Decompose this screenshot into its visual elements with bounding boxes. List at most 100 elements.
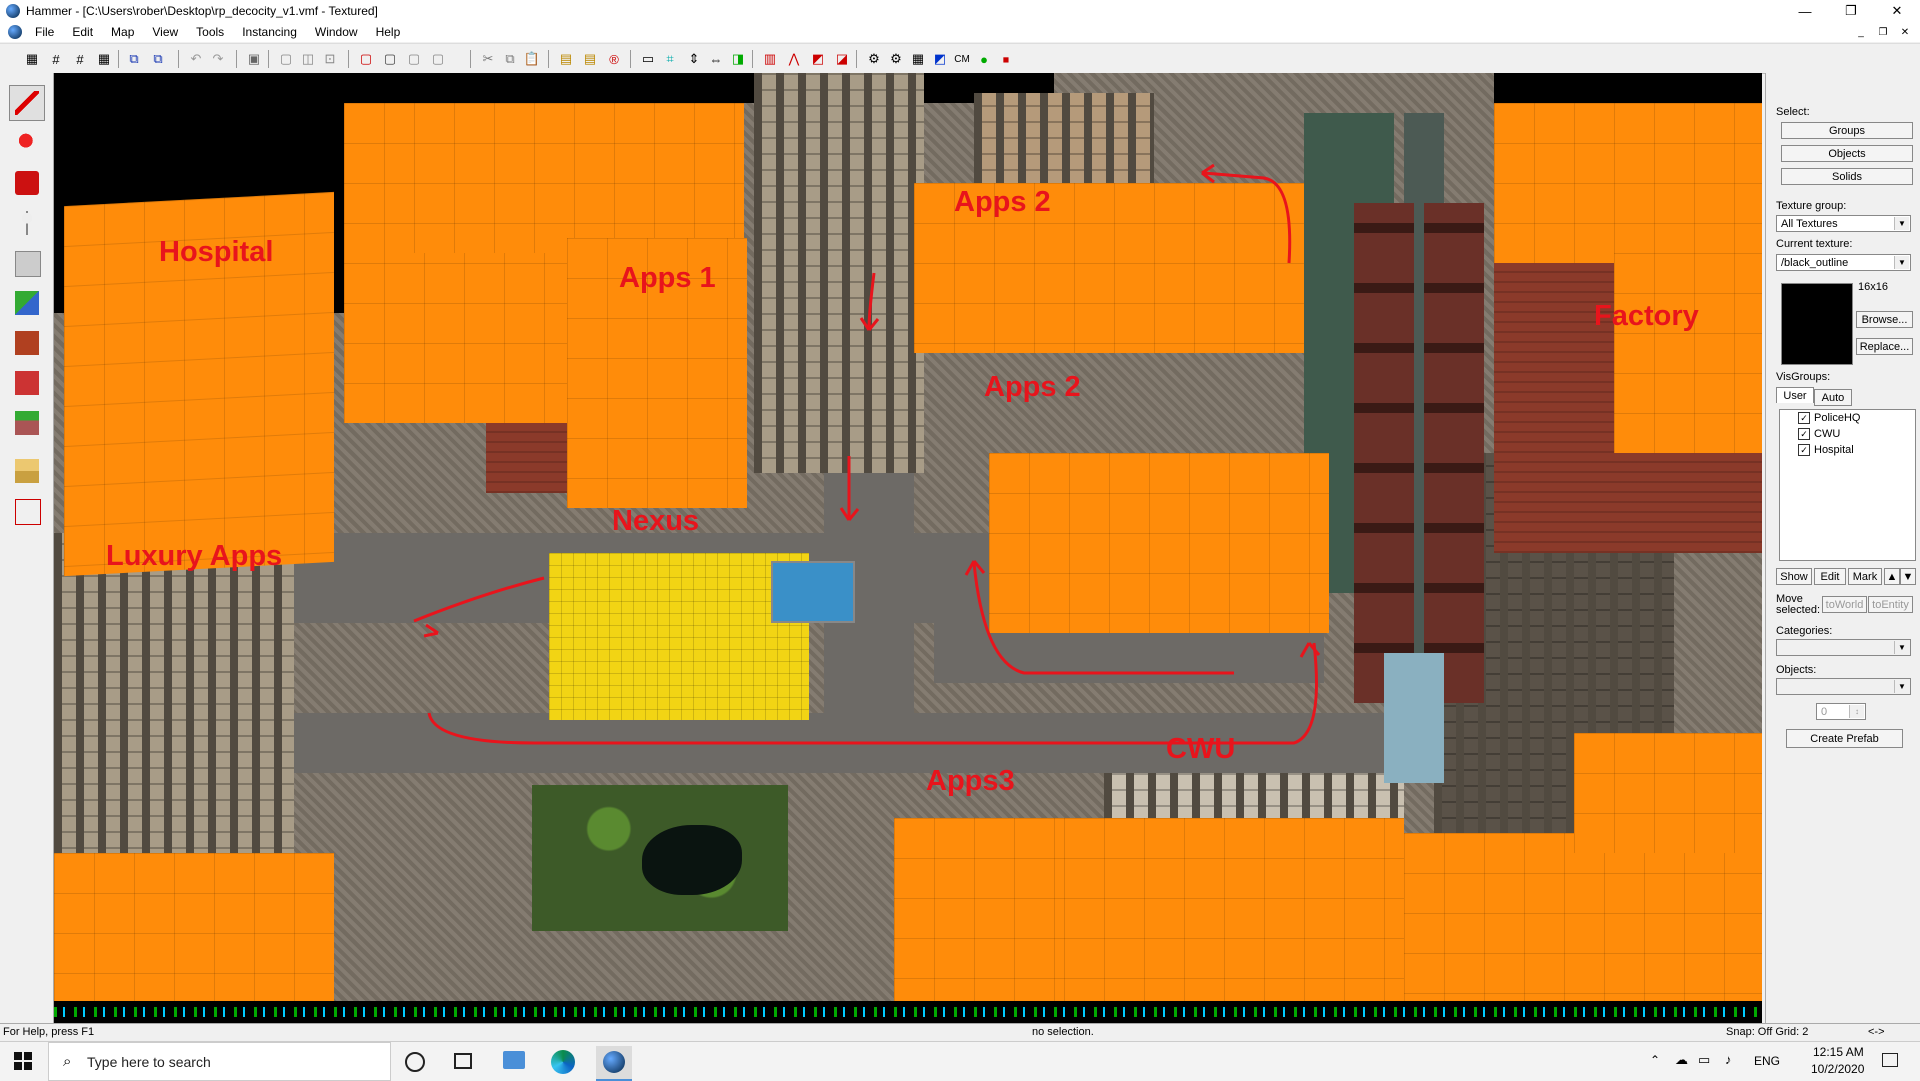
ungroup-icon[interactable]: ⧉ (148, 49, 168, 69)
vertex-icon[interactable]: ⊡ (320, 49, 340, 69)
display-entities-icon[interactable]: ◩ (808, 49, 828, 69)
replace-button[interactable]: Replace... (1856, 338, 1913, 355)
hollow-icon[interactable]: ▢ (276, 49, 296, 69)
grid-larger-icon[interactable]: # (70, 49, 90, 69)
cube-alt-icon[interactable]: ▢ (404, 49, 424, 69)
texture-lock-icon[interactable]: ▤ (556, 49, 576, 69)
clock-time[interactable]: 12:15 AM (1813, 1045, 1864, 1059)
to-world-button[interactable]: toWorld (1822, 596, 1867, 613)
3d-textured-viewport[interactable]: Hospital Apps 1 Apps 2 Apps 2 Factory Ne… (54, 73, 1762, 1001)
decal-tool[interactable] (9, 365, 45, 401)
visgroup-policehq[interactable]: ✓ PoliceHQ (1798, 412, 1860, 424)
checkbox-checked-icon[interactable]: ✓ (1798, 444, 1810, 456)
doc-restore-button[interactable]: ❐ (1872, 22, 1894, 42)
close-button[interactable]: ✕ (1874, 0, 1920, 22)
cube-outline-icon[interactable]: ▢ (356, 49, 376, 69)
menu-file[interactable]: File (26, 25, 63, 39)
toggle-texture-app-tool[interactable] (9, 285, 45, 321)
texture-group-select[interactable]: All Textures ▼ (1776, 215, 1911, 232)
checkbox-checked-icon[interactable]: ✓ (1798, 412, 1810, 424)
redo-icon[interactable]: ↷ (208, 49, 228, 69)
show-button[interactable]: Show (1776, 568, 1812, 585)
green-icon[interactable]: ● (974, 49, 994, 69)
notifications-icon[interactable] (1882, 1053, 1898, 1067)
task-view-icon[interactable] (454, 1053, 472, 1069)
menu-map[interactable]: Map (102, 25, 143, 39)
taskbar-hammer-button[interactable] (596, 1046, 632, 1081)
vertex-tool[interactable] (9, 493, 45, 529)
windows-start-icon[interactable] (14, 1052, 32, 1070)
chevron-up-icon[interactable]: ⌃ (1650, 1053, 1660, 1067)
block-tool[interactable] (9, 245, 45, 281)
current-texture-select[interactable]: /black_outline ▼ (1776, 254, 1911, 271)
wireframe-icon[interactable]: ⚙ (864, 49, 884, 69)
select-cursor-icon[interactable]: ⌗ (660, 49, 680, 69)
menu-window[interactable]: Window (306, 25, 367, 39)
visgroup-cwu[interactable]: ✓ CWU (1798, 428, 1840, 440)
magnify-tool[interactable] (9, 125, 45, 161)
select-box-icon[interactable]: ▭ (638, 49, 658, 69)
menu-help[interactable]: Help (367, 25, 410, 39)
texture-scale-icon[interactable]: ▤ (580, 49, 600, 69)
group-icon[interactable]: ⧉ (124, 49, 144, 69)
file-explorer-icon[interactable] (503, 1051, 525, 1069)
paste-icon[interactable]: 📋 (522, 49, 542, 69)
mark-button[interactable]: Mark (1848, 568, 1882, 585)
menu-instancing[interactable]: Instancing (233, 25, 306, 39)
ob-icon[interactable]: ◩ (930, 49, 950, 69)
cortana-icon[interactable] (405, 1052, 425, 1072)
grid-toggle-icon[interactable]: ▦ (908, 49, 928, 69)
browse-button[interactable]: Browse... (1856, 311, 1913, 328)
flip-vertical-icon[interactable]: ⇕ (684, 49, 704, 69)
selection-tool[interactable] (9, 85, 45, 121)
clip-tool[interactable] (9, 453, 45, 489)
to-entity-button[interactable]: toEntity (1868, 596, 1913, 613)
menu-tools[interactable]: Tools (187, 25, 233, 39)
copy-icon[interactable]: ⧉ (500, 49, 520, 69)
cloud-icon[interactable]: ☁ (1675, 1052, 1688, 1068)
objects-select[interactable]: ▼ (1776, 678, 1911, 695)
categories-select[interactable]: ▼ (1776, 639, 1911, 656)
tab-user[interactable]: User (1776, 387, 1814, 403)
objects-button[interactable]: Objects (1781, 145, 1913, 162)
solids-button[interactable]: Solids (1781, 168, 1913, 185)
tab-auto[interactable]: Auto (1814, 389, 1852, 406)
volume-icon[interactable]: ♪ (1725, 1052, 1732, 1067)
network-icon[interactable]: ▭ (1698, 1052, 1710, 1068)
language-indicator[interactable]: ENG (1754, 1054, 1780, 1068)
overlay-tool[interactable] (9, 405, 45, 441)
count-spinner[interactable]: 0 ↕ (1816, 703, 1866, 720)
menu-view[interactable]: View (143, 25, 187, 39)
groups-button[interactable]: Groups (1781, 122, 1913, 139)
cut-icon[interactable]: ✂ (478, 49, 498, 69)
clip-icon[interactable]: ◫ (298, 49, 318, 69)
entity-tool[interactable] (9, 205, 45, 241)
texture-app-icon[interactable]: ◨ (728, 49, 748, 69)
taskbar-search-box[interactable]: ⌕ Type here to search (48, 1042, 391, 1081)
visgroup-hospital[interactable]: ✓ Hospital (1798, 444, 1854, 456)
grid-smaller-icon[interactable]: # (46, 49, 66, 69)
document-icon[interactable] (8, 25, 22, 39)
carve-icon[interactable]: ▣ (244, 49, 264, 69)
doc-close-button[interactable]: ✕ (1894, 22, 1916, 42)
doc-minimize-button[interactable]: _ (1850, 22, 1872, 42)
nodraw-icon[interactable]: ◼ (996, 49, 1016, 69)
edge-browser-icon[interactable] (551, 1050, 575, 1074)
display-helpers-icon[interactable]: ⋀ (784, 49, 804, 69)
cube-alt2-icon[interactable]: ▢ (428, 49, 448, 69)
display-models-icon[interactable]: ▥ (760, 49, 780, 69)
undo-icon[interactable]: ↶ (186, 49, 206, 69)
display-lights-icon[interactable]: ◪ (832, 49, 852, 69)
arrow-down-icon[interactable]: ▼ (1900, 568, 1916, 585)
maximize-button[interactable]: ❐ (1828, 0, 1874, 22)
menu-edit[interactable]: Edit (63, 25, 102, 39)
create-prefab-button[interactable]: Create Prefab (1786, 729, 1903, 748)
checkbox-checked-icon[interactable]: ✓ (1798, 428, 1810, 440)
cm-button[interactable]: CM (952, 49, 972, 69)
camera-tool[interactable] (9, 165, 45, 201)
clock-date[interactable]: 10/2/2020 (1811, 1062, 1864, 1076)
grid-3d-icon[interactable]: ▦ (94, 49, 114, 69)
minimize-button[interactable]: — (1782, 0, 1828, 22)
record-icon[interactable]: ® (604, 49, 624, 69)
cube-icon[interactable]: ▢ (380, 49, 400, 69)
